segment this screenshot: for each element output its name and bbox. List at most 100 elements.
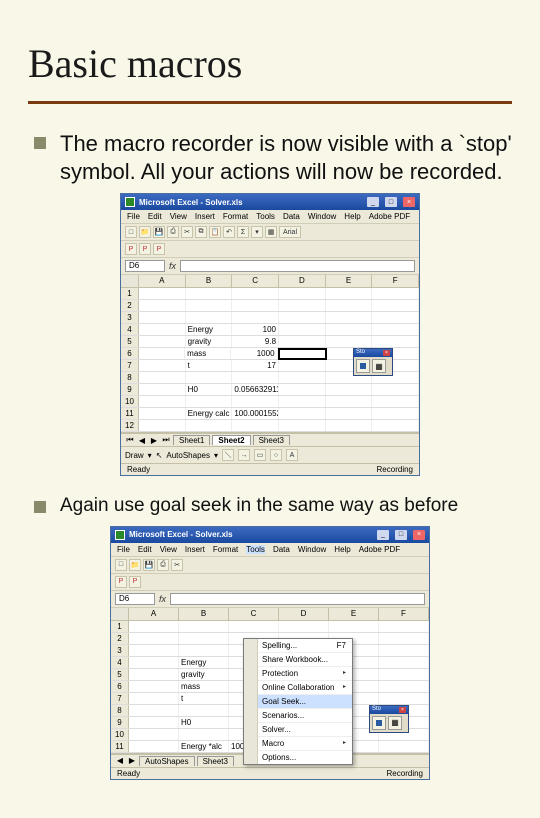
tab-sheet3[interactable]: Sheet3 [197,756,234,766]
menu-file[interactable]: File [127,212,140,221]
menu-adobe[interactable]: Adobe PDF [369,212,410,221]
menu-file[interactable]: File [117,545,130,554]
fx-icon[interactable]: fx [159,594,166,604]
menu-insert[interactable]: Insert [185,545,205,554]
tab-nav-prev[interactable]: ◀ [137,436,147,445]
open-icon[interactable]: 📁 [139,226,151,238]
tab-nav-prev[interactable]: ◀ [115,756,125,765]
menu-goal-seek[interactable]: Goal Seek... [244,695,352,709]
textbox-icon[interactable]: A [286,449,298,461]
maximize-button[interactable]: □ [385,197,397,207]
tab-sheet2[interactable]: Sheet2 [212,435,250,445]
pdf-icon[interactable]: P [153,243,165,255]
stop-recording-toolbar[interactable]: Sto× ▦ [353,348,393,376]
tools-dropdown[interactable]: Spelling...F7 Share Workbook... Protecti… [243,638,353,765]
menu-window[interactable]: Window [298,545,326,554]
menu-window[interactable]: Window [308,212,336,221]
menu-scenarios[interactable]: Scenarios... [244,709,352,723]
pdf-icon[interactable]: P [139,243,151,255]
active-cell-d6[interactable] [278,348,327,360]
relative-ref-button[interactable]: ▦ [388,716,402,730]
col-c[interactable]: C [229,608,279,620]
relative-ref-button[interactable]: ▦ [372,359,386,373]
rect-icon[interactable]: ▭ [254,449,266,461]
menu-spelling[interactable]: Spelling...F7 [244,639,352,653]
tab-sheet1[interactable]: Sheet1 [173,435,210,445]
menu-online-collab[interactable]: Online Collaboration [244,681,352,695]
oval-icon[interactable]: ○ [270,449,282,461]
cut-icon[interactable]: ✂ [181,226,193,238]
close-icon[interactable]: × [383,350,390,356]
col-a[interactable]: A [139,275,186,287]
minimize-button[interactable]: _ [367,197,379,207]
print-icon[interactable]: ⎙ [157,559,169,571]
select-icon[interactable]: ↖ [156,451,163,460]
new-icon[interactable]: □ [125,226,137,238]
menu-adobe[interactable]: Adobe PDF [359,545,400,554]
col-f[interactable]: F [379,608,429,620]
autoshapes-menu[interactable]: AutoShapes [166,451,210,460]
menu-edit[interactable]: Edit [148,212,162,221]
undo-icon[interactable]: ↶ [223,226,235,238]
tab-nav-next[interactable]: ▶ [127,756,137,765]
minimize-button[interactable]: _ [377,530,389,540]
menu-solver[interactable]: Solver... [244,723,352,737]
menu-help[interactable]: Help [344,212,360,221]
name-box[interactable]: D6 [125,260,165,272]
stop-record-button[interactable] [356,359,370,373]
print-icon[interactable]: ⎙ [167,226,179,238]
maximize-button[interactable]: □ [395,530,407,540]
tab-sheet3[interactable]: Sheet3 [253,435,290,445]
close-button[interactable]: × [403,197,415,207]
save-icon[interactable]: 💾 [143,559,155,571]
copy-icon[interactable]: ⧉ [195,226,207,238]
pdf-icon[interactable]: P [129,576,141,588]
menu-macro[interactable]: Macro [244,737,352,751]
spreadsheet-grid[interactable]: A B C D E F 1 2 3 4Energy100 5gravity 6m… [111,608,429,754]
menu-protection[interactable]: Protection [244,667,352,681]
menu-help[interactable]: Help [334,545,350,554]
menu-edit[interactable]: Edit [138,545,152,554]
menu-format[interactable]: Format [223,212,248,221]
formula-input[interactable] [170,593,425,605]
menu-options[interactable]: Options... [244,751,352,764]
new-icon[interactable]: □ [115,559,127,571]
col-d[interactable]: D [279,608,329,620]
menu-view[interactable]: View [160,545,177,554]
menu-data[interactable]: Data [283,212,300,221]
menu-share-workbook[interactable]: Share Workbook... [244,653,352,667]
sum-icon[interactable]: Σ [237,226,249,238]
menu-format[interactable]: Format [213,545,238,554]
col-f[interactable]: F [372,275,419,287]
menu-view[interactable]: View [170,212,187,221]
font-box[interactable]: Arial [279,226,301,238]
spreadsheet-grid[interactable]: A B C D E F 1 2 3 4Energy100 5gravity9.8… [121,275,419,433]
col-b[interactable]: B [179,608,229,620]
col-b[interactable]: B [186,275,233,287]
stop-recording-toolbar[interactable]: Sto× ▦ [369,705,409,733]
col-e[interactable]: E [326,275,373,287]
fx-icon[interactable]: fx [169,261,176,271]
save-icon[interactable]: 💾 [153,226,165,238]
stop-record-button[interactable] [372,716,386,730]
col-d[interactable]: D [279,275,326,287]
close-icon[interactable]: × [399,707,406,713]
open-icon[interactable]: 📁 [129,559,141,571]
paste-icon[interactable]: 📋 [209,226,221,238]
close-button[interactable]: × [413,530,425,540]
tab-nav-last[interactable]: ⏭ [161,435,171,445]
col-a[interactable]: A [129,608,179,620]
cut-icon[interactable]: ✂ [171,559,183,571]
tab-autoshapes[interactable]: AutoShapes [139,756,195,766]
menu-insert[interactable]: Insert [195,212,215,221]
line-icon[interactable]: ＼ [222,449,234,461]
menu-tools[interactable]: Tools [256,212,275,221]
sort-icon[interactable]: ▾ [251,226,263,238]
tab-nav-next[interactable]: ▶ [149,436,159,445]
col-e[interactable]: E [329,608,379,620]
tab-nav-first[interactable]: ⏮ [125,435,135,445]
formula-input[interactable] [180,260,415,272]
col-c[interactable]: C [232,275,279,287]
draw-menu[interactable]: Draw [125,451,144,460]
menu-data[interactable]: Data [273,545,290,554]
